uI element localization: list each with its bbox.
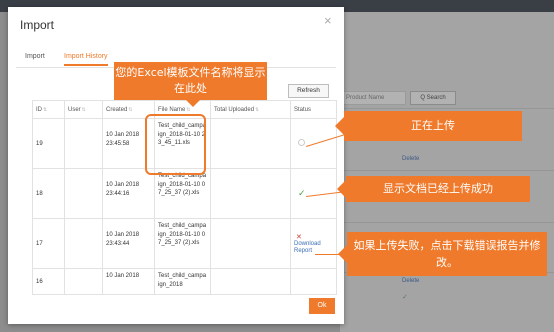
cell-user (64, 218, 103, 269)
cell-file-name: Test_child_campaign_2018-01-10 07_25_37 … (154, 218, 211, 269)
column-header-status: Status (290, 100, 337, 119)
cell-user (64, 268, 103, 295)
background-delete-link[interactable]: Delete (402, 156, 419, 162)
callout-failure-note: 如果上传失败，点击下载错误报告并修改。 (338, 232, 547, 276)
refresh-button[interactable]: Refresh (288, 84, 329, 98)
check-icon: ✓ (298, 188, 306, 198)
sort-icon: ⇅ (81, 106, 86, 113)
background-check-icon: ✓ (402, 294, 408, 301)
cell-total-uploaded (210, 168, 291, 219)
filename-highlight (145, 114, 206, 175)
cell-status (290, 268, 337, 295)
cell-id: 17 (32, 218, 65, 269)
ok-button[interactable]: Ok (309, 298, 335, 314)
tab-import[interactable]: Import (25, 53, 45, 64)
callout-success-note: 显示文档已经上传成功 (337, 176, 530, 202)
cell-created: 10 Jan 2018 (102, 268, 155, 295)
cell-id: 19 (32, 118, 65, 169)
modal-title: Import (20, 18, 55, 32)
sort-icon: ⇅ (128, 106, 133, 113)
cell-file-name: Test_child_campaign_2018 (154, 268, 211, 295)
tab-import-history[interactable]: Import History (64, 53, 108, 66)
error-icon: ✕ (296, 233, 302, 241)
background-divider (340, 222, 554, 223)
sort-icon: ⇅ (186, 106, 191, 113)
column-header-id[interactable]: ID⇅ (32, 100, 65, 119)
cell-created: 10 Jan 2018 23:43:44 (102, 218, 155, 269)
sort-icon: ⇅ (43, 106, 48, 113)
cell-user (64, 118, 103, 169)
cell-total-uploaded (210, 218, 291, 269)
background-panel (340, 12, 554, 332)
background-divider (340, 108, 554, 109)
cell-id: 18 (32, 168, 65, 219)
cell-created: 10 Jan 2018 23:44:16 (102, 168, 155, 219)
cell-file-name: Test_child_campaign_2018-01-10 07_25_37 … (154, 168, 211, 219)
cell-id: 16 (32, 268, 65, 295)
background-search-button[interactable]: Q Search (410, 91, 456, 105)
table-row: 17 10 Jan 2018 23:43:44 Test_child_campa… (32, 218, 337, 269)
callout-uploading-note: 正在上传 (335, 111, 522, 141)
background-delete-link[interactable]: Delete (402, 278, 419, 284)
cell-status: ✕ Download Report (290, 218, 337, 269)
column-header-total-uploaded[interactable]: Total Uploaded⇅ (210, 100, 291, 119)
column-header-user[interactable]: User⇅ (64, 100, 103, 119)
callout-filename-note: 您的Excel模板文件名称将显示在此处 (114, 62, 267, 107)
table-row: 18 10 Jan 2018 23:44:16 Test_child_campa… (32, 168, 337, 219)
cell-total-uploaded (210, 268, 291, 295)
background-search-input[interactable]: Product Name (342, 91, 406, 105)
sort-icon: ⇅ (255, 106, 260, 113)
cell-user (64, 168, 103, 219)
table-row: 16 10 Jan 2018 Test_child_campaign_2018 (32, 268, 337, 295)
background-divider (340, 170, 554, 171)
close-icon[interactable]: × (324, 14, 332, 27)
cell-total-uploaded (210, 118, 291, 169)
download-report-link[interactable]: Download Report (294, 241, 333, 255)
loading-icon (298, 139, 305, 146)
